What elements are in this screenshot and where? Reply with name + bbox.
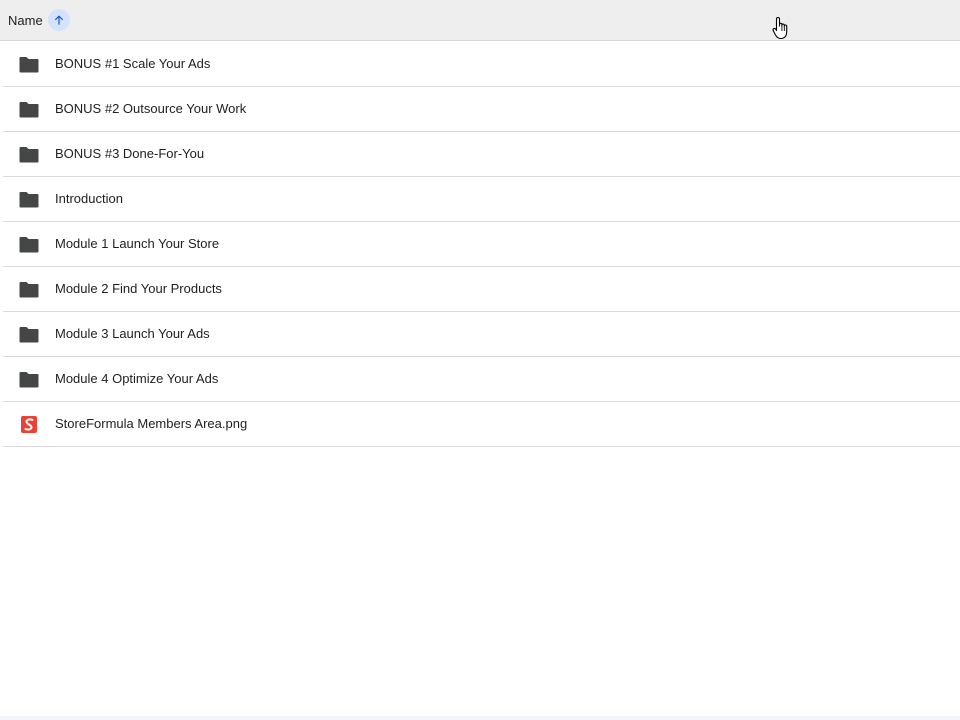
list-item[interactable]: Module 3 Launch Your Ads	[3, 312, 960, 357]
name-column-label: Name	[8, 12, 43, 28]
folder-icon	[19, 102, 39, 118]
file-name: Module 3 Launch Your Ads	[55, 326, 210, 341]
arrow-up-icon	[54, 15, 63, 25]
list-item[interactable]: Introduction	[3, 177, 960, 222]
file-browser: Name BONUS #1 Scale Your Ads BONUS #2 Ou…	[0, 0, 960, 720]
file-name: Module 4 Optimize Your Ads	[55, 371, 219, 386]
file-name: StoreFormula Members Area.png	[55, 416, 248, 431]
folder-icon	[19, 147, 39, 163]
sort-ascending-button[interactable]	[47, 9, 70, 31]
list-item[interactable]: BONUS #2 Outsource Your Work	[3, 87, 960, 132]
image-file-icon	[21, 416, 37, 433]
list-item[interactable]: Module 1 Launch Your Store	[3, 222, 960, 267]
folder-icon	[19, 57, 39, 73]
folder-icon	[19, 192, 39, 208]
name-column-header[interactable]: Name	[8, 8, 70, 32]
file-name: Module 2 Find Your Products	[55, 281, 222, 296]
folder-icon	[19, 237, 39, 253]
file-list: BONUS #1 Scale Your Ads BONUS #2 Outsour…	[3, 42, 960, 447]
folder-icon	[19, 372, 39, 388]
file-name: BONUS #1 Scale Your Ads	[55, 56, 211, 71]
list-header: Name	[0, 0, 960, 41]
list-item[interactable]: BONUS #1 Scale Your Ads	[3, 42, 960, 87]
bottom-edge	[0, 716, 960, 720]
folder-icon	[19, 327, 39, 343]
list-item[interactable]: BONUS #3 Done-For-You	[3, 132, 960, 177]
list-item[interactable]: StoreFormula Members Area.png	[3, 402, 960, 447]
file-name: BONUS #3 Done-For-You	[55, 146, 205, 161]
list-item[interactable]: Module 4 Optimize Your Ads	[3, 357, 960, 402]
file-name: Introduction	[55, 191, 123, 206]
folder-icon	[19, 282, 39, 298]
file-name: BONUS #2 Outsource Your Work	[55, 101, 247, 116]
hand-pointer-cursor-icon	[772, 16, 788, 40]
file-name: Module 1 Launch Your Store	[55, 236, 220, 251]
list-item[interactable]: Module 2 Find Your Products	[3, 267, 960, 312]
